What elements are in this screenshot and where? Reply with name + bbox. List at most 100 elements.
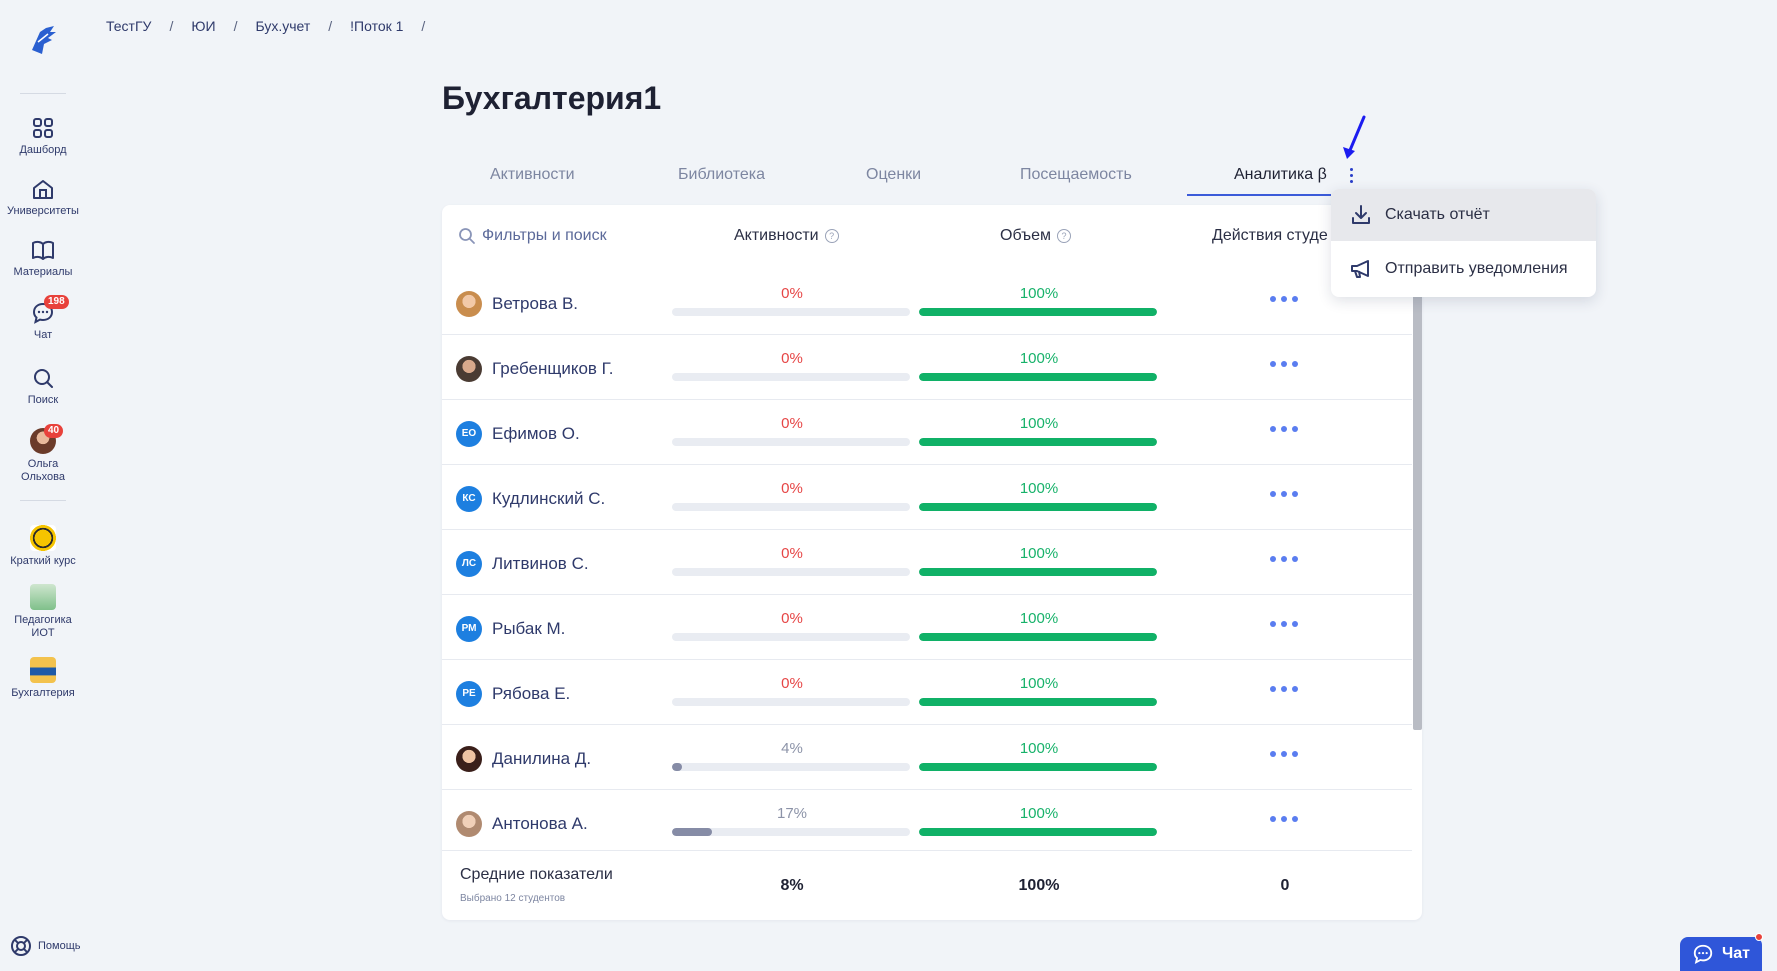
filter-search-button[interactable]: Фильтры и поиск bbox=[458, 227, 607, 245]
student-actions-icon[interactable] bbox=[1270, 751, 1298, 757]
download-report-label: Скачать отчёт bbox=[1385, 206, 1490, 223]
volume-percent: 100% bbox=[1019, 610, 1059, 627]
averages-subtitle: Выбрано 12 студентов bbox=[460, 893, 566, 904]
tab-grades[interactable]: Оценки bbox=[866, 166, 921, 184]
sidebar-item-label: Бухгалтерия bbox=[11, 687, 75, 699]
breadcrumb-item[interactable]: !Поток 1 bbox=[350, 18, 403, 34]
volume-percent: 100% bbox=[1019, 480, 1059, 497]
sidebar-course-pedagogy[interactable]: Педагогика ИОТ bbox=[0, 584, 86, 640]
chat-widget-button[interactable]: Чат bbox=[1680, 937, 1762, 971]
options-menu: Скачать отчёт Отправить уведомления bbox=[1331, 189, 1596, 297]
student-name[interactable]: Антонова А. bbox=[492, 814, 588, 834]
sidebar-item-label: Ольга Ольхова bbox=[21, 458, 65, 483]
table-row[interactable]: КС Кудлинский С. 0% 100% bbox=[442, 465, 1412, 530]
table-scrollbar[interactable] bbox=[1412, 270, 1422, 850]
activity-progress-fill bbox=[672, 828, 713, 836]
student-name[interactable]: Ефимов О. bbox=[492, 424, 580, 444]
student-actions-icon[interactable] bbox=[1270, 491, 1298, 497]
help-question-icon[interactable]: ? bbox=[1056, 229, 1071, 243]
sidebar-item-search[interactable]: Поиск bbox=[0, 366, 86, 407]
sidebar-item-label: Материалы bbox=[13, 266, 73, 278]
megaphone-icon bbox=[1351, 260, 1369, 278]
breadcrumb-item[interactable]: ЮИ bbox=[191, 18, 215, 34]
student-name[interactable]: Литвинов С. bbox=[492, 554, 589, 574]
chat-icon bbox=[1693, 944, 1713, 964]
table-row[interactable]: Гребенщиков Г. 0% 100% bbox=[442, 335, 1412, 400]
activity-progress-bar bbox=[672, 763, 910, 771]
student-avatar bbox=[456, 291, 482, 317]
help-link[interactable]: Помощь bbox=[10, 935, 81, 957]
table-row[interactable]: Данилина Д. 4% 100% bbox=[442, 725, 1412, 790]
student-name[interactable]: Кудлинский С. bbox=[492, 489, 605, 509]
volume-progress-bar bbox=[919, 568, 1157, 576]
student-name[interactable]: Ветрова В. bbox=[492, 294, 578, 314]
volume-progress-bar bbox=[919, 373, 1157, 381]
student-name[interactable]: Данилина Д. bbox=[492, 749, 591, 769]
sidebar-course-short[interactable]: Краткий курс bbox=[0, 525, 86, 568]
scrollbar-thumb[interactable] bbox=[1413, 270, 1422, 730]
activity-percent: 0% bbox=[781, 415, 803, 432]
student-avatar bbox=[456, 811, 482, 837]
course-short-icon bbox=[30, 525, 56, 551]
table-row[interactable]: Ветрова В. 0% 100% bbox=[442, 270, 1412, 335]
university-icon bbox=[33, 180, 53, 199]
student-actions-icon[interactable] bbox=[1270, 296, 1298, 302]
student-actions-icon[interactable] bbox=[1270, 686, 1298, 692]
breadcrumb-item[interactable]: ТестГУ bbox=[106, 18, 151, 34]
activity-percent: 17% bbox=[776, 805, 808, 822]
send-notifications-label: Отправить уведомления bbox=[1385, 260, 1568, 277]
app-logo-icon[interactable] bbox=[24, 20, 64, 60]
student-avatar: РЕ bbox=[456, 681, 482, 707]
sidebar-item-chat[interactable]: 198 Чат bbox=[0, 295, 86, 342]
breadcrumb-separator: / bbox=[328, 18, 333, 34]
volume-percent: 100% bbox=[1019, 740, 1059, 757]
table-row[interactable]: РЕ Рябова Е. 0% 100% bbox=[442, 660, 1412, 725]
tab-bar: Активности Библиотека Оценки Посещаемост… bbox=[442, 158, 1342, 196]
table-row[interactable]: ЛС Литвинов С. 0% 100% bbox=[442, 530, 1412, 595]
volume-progress-fill bbox=[919, 763, 1157, 771]
tab-analytics[interactable]: Аналитика β bbox=[1234, 166, 1327, 184]
sidebar-divider bbox=[20, 93, 66, 94]
student-name[interactable]: Рыбак М. bbox=[492, 619, 565, 639]
student-name[interactable]: Гребенщиков Г. bbox=[492, 359, 614, 379]
tab-library[interactable]: Библиотека bbox=[678, 166, 765, 184]
table-row[interactable]: ЕО Ефимов О. 0% 100% bbox=[442, 400, 1412, 465]
activity-progress-bar bbox=[672, 828, 910, 836]
search-icon bbox=[34, 369, 53, 388]
more-options-icon[interactable] bbox=[1347, 168, 1355, 186]
student-list: Ветрова В. 0% 100% Гребенщиков Г. 0% 100% ЕО Еф… bbox=[442, 270, 1412, 850]
sidebar-item-materials[interactable]: Материалы bbox=[0, 238, 86, 279]
download-report-item[interactable]: Скачать отчёт bbox=[1331, 189, 1596, 241]
breadcrumb-item[interactable]: Бух.учет bbox=[255, 18, 310, 34]
tab-attendance[interactable]: Посещаемость bbox=[1020, 166, 1132, 184]
sidebar-item-label: Университеты bbox=[7, 205, 79, 217]
student-name[interactable]: Рябова Е. bbox=[492, 684, 570, 704]
student-actions-icon[interactable] bbox=[1270, 556, 1298, 562]
averages-title: Средние показатели bbox=[460, 866, 613, 883]
table-row[interactable]: РМ Рыбак М. 0% 100% bbox=[442, 595, 1412, 660]
sidebar-item-profile[interactable]: 40 Ольга Ольхова bbox=[0, 424, 86, 484]
student-actions-icon[interactable] bbox=[1270, 621, 1298, 627]
help-label: Помощь bbox=[38, 940, 81, 952]
sidebar-item-dashboard[interactable]: Дашборд bbox=[0, 116, 86, 157]
activity-percent: 0% bbox=[781, 675, 803, 692]
student-avatar bbox=[456, 356, 482, 382]
student-actions-icon[interactable] bbox=[1270, 426, 1298, 432]
volume-progress-fill bbox=[919, 568, 1157, 576]
sidebar-course-accounting[interactable]: Бухгалтерия bbox=[0, 657, 86, 700]
sidebar-item-universities[interactable]: Университеты bbox=[0, 177, 86, 218]
volume-progress-bar bbox=[919, 763, 1157, 771]
sidebar-item-label: Чат bbox=[33, 329, 53, 341]
table-row[interactable]: Антонова А. 17% 100% bbox=[442, 790, 1412, 850]
page-title: Бухгалтерия1 bbox=[442, 80, 662, 116]
tab-activities[interactable]: Активности bbox=[490, 166, 575, 184]
help-question-icon[interactable]: ? bbox=[824, 229, 839, 243]
student-actions-icon[interactable] bbox=[1270, 816, 1298, 822]
average-activity: 8% bbox=[780, 877, 804, 894]
activity-progress-bar bbox=[672, 373, 910, 381]
activity-percent: 0% bbox=[781, 285, 803, 302]
student-actions-icon[interactable] bbox=[1270, 361, 1298, 367]
send-notifications-item[interactable]: Отправить уведомления bbox=[1331, 243, 1596, 295]
volume-percent: 100% bbox=[1019, 545, 1059, 562]
lifebuoy-icon bbox=[11, 936, 31, 956]
